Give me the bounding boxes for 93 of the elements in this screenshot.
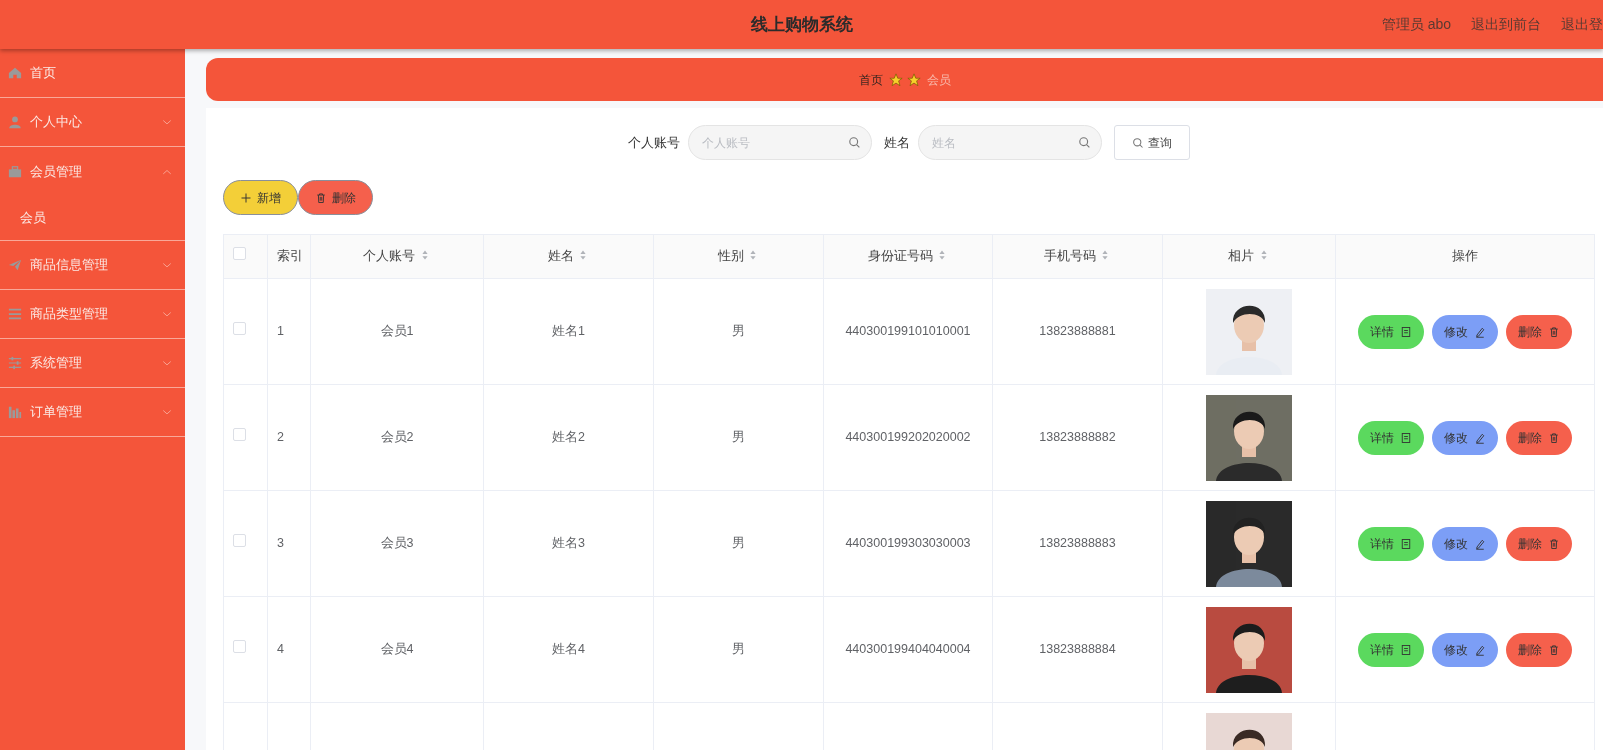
edit-button[interactable]: 修改: [1432, 526, 1498, 561]
table-cell: 13823888883: [992, 490, 1163, 597]
table-cell: 13823888882: [992, 384, 1163, 491]
edit-button[interactable]: 修改: [1432, 632, 1498, 667]
column-header[interactable]: 个人账号: [310, 234, 484, 279]
sidebar-item[interactable]: 个人中心: [0, 98, 185, 147]
sidebar-item[interactable]: 系统管理: [0, 339, 185, 388]
bar-chart-icon: [8, 405, 22, 419]
pencil-icon: [1474, 325, 1486, 338]
table-cell: 会员3: [310, 490, 484, 597]
sidebar-item[interactable]: 商品类型管理: [0, 290, 185, 339]
sidebar-item[interactable]: 会员管理: [0, 147, 185, 196]
pencil-icon: [1474, 431, 1486, 444]
pencil-icon: [1474, 537, 1486, 550]
document-icon: [1400, 537, 1412, 550]
table-cell: 姓名4: [483, 596, 654, 703]
star-icon: [888, 72, 903, 87]
details-button[interactable]: 详情: [1358, 314, 1424, 349]
checkbox[interactable]: [233, 428, 246, 442]
search-button[interactable]: 查询: [1113, 125, 1190, 160]
document-icon: [1400, 643, 1412, 656]
column-header[interactable]: 身份证号码: [823, 234, 993, 279]
checkbox[interactable]: [233, 247, 246, 261]
table-cell: 440300199303030003: [823, 490, 993, 597]
sidebar-item[interactable]: 商品信息管理: [0, 241, 185, 290]
trash-icon: [1548, 431, 1560, 444]
table-cell: 440300199404040004: [823, 596, 993, 703]
trash-icon: [315, 191, 327, 204]
table-cell: 13823888881: [992, 278, 1163, 385]
details-button[interactable]: 详情: [1358, 420, 1424, 455]
header-link[interactable]: 退出登: [1561, 14, 1603, 35]
table-cell: 3: [267, 490, 311, 597]
details-button[interactable]: 详情: [1358, 632, 1424, 667]
delete-button[interactable]: 删除: [1506, 314, 1572, 349]
document-icon: [1400, 325, 1412, 338]
table-cell: 男: [653, 278, 824, 385]
column-header[interactable]: 相片: [1162, 234, 1336, 279]
table-cell: 男: [653, 596, 824, 703]
trash-icon: [1548, 325, 1560, 338]
table-cell: 会员4: [310, 596, 484, 703]
header-link[interactable]: 管理员 abo: [1381, 14, 1451, 35]
checkbox[interactable]: [233, 640, 246, 654]
document-icon: [1400, 431, 1412, 444]
search-icon: [847, 136, 861, 149]
header-link[interactable]: 退出到前台: [1471, 14, 1541, 35]
plus-icon: [240, 191, 252, 204]
table-cell: 男: [653, 384, 824, 491]
field-label: 个人账号: [627, 133, 680, 152]
table-cell: 会员2: [310, 384, 484, 491]
trash-icon: [1548, 643, 1560, 656]
column-header[interactable]: 手机号码: [992, 234, 1163, 279]
table-cell: 会员1: [310, 278, 484, 385]
table-cell: 13823888884: [992, 596, 1163, 703]
edit-button[interactable]: 修改: [1432, 420, 1498, 455]
table-cell: 姓名3: [483, 490, 654, 597]
user-icon: [8, 115, 22, 129]
sidebar-item[interactable]: 订单管理: [0, 388, 185, 437]
field-label: 姓名: [883, 133, 910, 152]
sliders-icon: [8, 356, 22, 370]
delete-button[interactable]: 删除: [298, 180, 373, 215]
table-cell: 2: [267, 384, 311, 491]
table-cell: 1: [267, 278, 311, 385]
table-cell: 4: [267, 596, 311, 703]
add-button[interactable]: 新增: [223, 180, 298, 215]
trash-icon: [1548, 537, 1560, 550]
table-cell: 440300199101010001: [823, 278, 993, 385]
delete-button[interactable]: 删除: [1506, 632, 1572, 667]
delete-button[interactable]: 删除: [1506, 420, 1572, 455]
send-icon: [8, 258, 22, 272]
table-cell: 姓名2: [483, 384, 654, 491]
briefcase-icon: [8, 164, 22, 179]
search-icon: [1077, 136, 1091, 149]
sidebar-item[interactable]: 首页: [0, 49, 185, 98]
app-title: 线上购物系统: [750, 13, 853, 36]
table-cell: 男: [653, 490, 824, 597]
search-icon: [1131, 136, 1144, 149]
column-header[interactable]: 性别: [653, 234, 824, 279]
column-header: 操作: [1335, 234, 1595, 279]
delete-button[interactable]: 删除: [1506, 526, 1572, 561]
checkbox[interactable]: [233, 534, 246, 548]
details-button[interactable]: 详情: [1358, 526, 1424, 561]
list-icon: [8, 307, 22, 321]
column-header: 索引: [267, 234, 311, 279]
column-header[interactable]: 姓名: [483, 234, 654, 279]
star-icon: [906, 72, 921, 87]
sidebar-subitem[interactable]: 会员: [0, 196, 185, 240]
breadcrumb-link[interactable]: 首页: [858, 70, 883, 89]
table-cell: 姓名1: [483, 278, 654, 385]
home-icon: [8, 66, 22, 80]
pencil-icon: [1474, 643, 1486, 656]
checkbox[interactable]: [233, 322, 246, 336]
edit-button[interactable]: 修改: [1432, 314, 1498, 349]
table-cell: 440300199202020002: [823, 384, 993, 491]
